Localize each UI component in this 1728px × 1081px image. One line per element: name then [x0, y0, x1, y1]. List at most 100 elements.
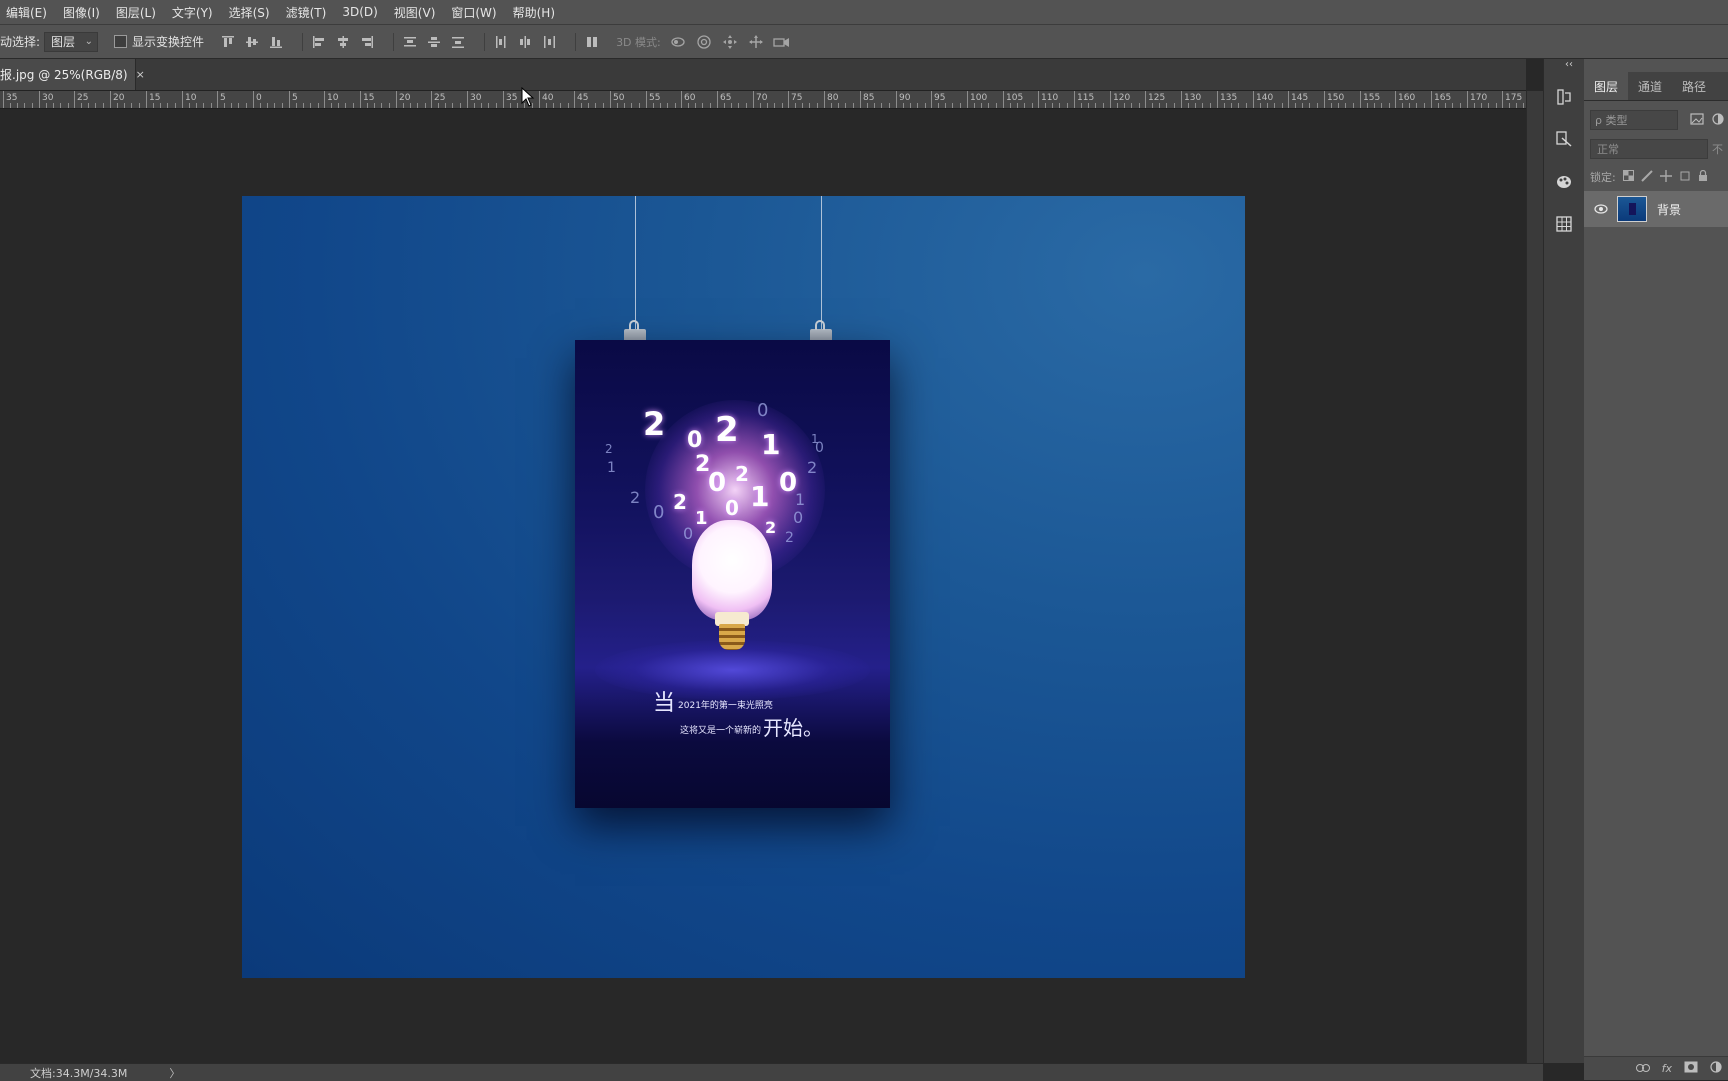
menu-item-7[interactable]: 视图(V) — [386, 4, 444, 21]
ruler-minor-tick — [338, 103, 339, 108]
status-menu-arrow[interactable]: 〉 — [169, 1065, 180, 1081]
ruler-minor-tick — [1224, 103, 1225, 108]
menu-item-0[interactable]: 编辑(E) — [0, 4, 55, 21]
properties-icon[interactable] — [1554, 129, 1574, 149]
ruler-number: 55 — [649, 93, 661, 103]
lock-paint-icon[interactable] — [1641, 169, 1653, 185]
layer-row-background[interactable]: 背景 — [1584, 191, 1728, 227]
grid-icon[interactable] — [1554, 214, 1574, 234]
tab-paths[interactable]: 路径 — [1672, 72, 1716, 100]
ruler-minor-tick — [488, 103, 489, 108]
link-layers-icon[interactable] — [1635, 1062, 1650, 1075]
ruler-minor-tick — [345, 103, 346, 108]
ruler-tick — [74, 91, 75, 108]
ruler-minor-tick — [952, 103, 953, 108]
fx-icon[interactable]: fx — [1662, 1062, 1672, 1075]
lock-row: 锁定: — [1590, 167, 1728, 187]
ruler-minor-tick — [1367, 103, 1368, 108]
ruler-minor-tick — [588, 103, 589, 108]
visibility-eye-icon[interactable] — [1593, 204, 1609, 214]
menu-item-1[interactable]: 图像(I) — [55, 4, 108, 21]
ruler-number: 30 — [42, 93, 54, 103]
poster-numeral: 2 — [630, 488, 641, 507]
collapse-panels-icon[interactable]: ‹‹ — [1565, 59, 1573, 70]
adjustment-layer-icon[interactable] — [1710, 1061, 1722, 1076]
history-icon[interactable] — [1554, 87, 1574, 107]
ruler-minor-tick — [175, 103, 176, 108]
ruler-tick — [1431, 91, 1432, 108]
tab-layers[interactable]: 图层 — [1584, 72, 1629, 100]
ruler-minor-tick — [318, 103, 319, 108]
layers-panel-footer: fx — [1584, 1056, 1728, 1080]
transform-controls-checkbox[interactable] — [114, 35, 128, 48]
ruler-number: 125 — [1148, 93, 1166, 103]
align-left-icon[interactable] — [311, 34, 327, 50]
adjustment-filter-icon[interactable] — [1712, 112, 1724, 128]
separator — [575, 32, 577, 51]
canvas-image[interactable]: 2021020210202120210112020 当 2021年的第一束光照亮 … — [242, 196, 1245, 978]
menu-item-9[interactable]: 帮助(H) — [505, 4, 563, 21]
ruler-minor-tick — [425, 103, 426, 108]
poster-line2-text: 这将又是一个崭新的 — [680, 726, 762, 736]
3d-drag-icon[interactable] — [721, 33, 739, 51]
close-icon[interactable]: × — [136, 68, 145, 81]
menu-item-2[interactable]: 图层(L) — [108, 4, 164, 21]
blend-mode-select[interactable]: 正常 — [1590, 139, 1708, 159]
distribute-right-icon[interactable] — [541, 34, 557, 50]
lock-artboard-icon[interactable] — [1679, 170, 1691, 185]
lock-all-icon[interactable] — [1698, 169, 1708, 185]
lock-move-icon[interactable] — [1659, 169, 1672, 185]
ruler-minor-tick — [974, 103, 975, 108]
ruler-minor-tick — [802, 103, 803, 108]
auto-align-icon[interactable] — [584, 34, 600, 50]
menu-item-5[interactable]: 滤镜(T) — [278, 4, 335, 21]
poster-numeral: 0 — [725, 496, 739, 520]
menu-item-6[interactable]: 3D(D) — [334, 5, 385, 19]
ruler-minor-tick — [131, 103, 132, 108]
menu-item-4[interactable]: 选择(S) — [221, 4, 278, 21]
align-bottom-icon[interactable] — [268, 34, 284, 50]
layer-filter-input[interactable]: ρ 类型 — [1590, 110, 1678, 130]
ruler-minor-tick — [782, 103, 783, 108]
poster-numeral: 0 — [757, 400, 769, 421]
distribute-vcenter-icon[interactable] — [426, 34, 442, 50]
align-hcenter-icon[interactable] — [335, 34, 351, 50]
menu-item-8[interactable]: 窗口(W) — [443, 4, 504, 21]
ruler-minor-tick — [1159, 103, 1160, 108]
distribute-hcenter-icon[interactable] — [517, 34, 533, 50]
document-tab[interactable]: 报.jpg @ 25%(RGB/8) × — [0, 59, 145, 90]
3d-rotate-icon[interactable] — [669, 33, 687, 51]
tab-channels[interactable]: 通道 — [1628, 72, 1672, 100]
align-vcenter-icon[interactable] — [244, 34, 260, 50]
ruler-minor-tick — [1452, 103, 1453, 108]
3d-roll-icon[interactable] — [695, 33, 713, 51]
ruler-tick — [289, 91, 290, 108]
ruler-tick — [503, 91, 504, 108]
ruler-minor-tick — [981, 103, 982, 108]
align-top-icon[interactable] — [220, 34, 236, 50]
swatches-icon[interactable] — [1554, 172, 1574, 192]
3d-camera-icon[interactable] — [773, 33, 791, 51]
lock-transparent-icon[interactable] — [1622, 170, 1634, 184]
ruler-tick — [39, 91, 40, 108]
vertical-scrollbar[interactable] — [1526, 91, 1544, 1063]
ruler-minor-tick — [389, 103, 390, 108]
image-filter-icon[interactable] — [1690, 112, 1704, 128]
distribute-bottom-icon[interactable] — [450, 34, 466, 50]
auto-select-dropdown[interactable]: 图层 ⌄ — [44, 31, 99, 52]
distribute-left-icon[interactable] — [493, 34, 509, 50]
ruler-minor-tick — [160, 103, 161, 108]
3d-slide-icon[interactable] — [747, 33, 765, 51]
menu-item-3[interactable]: 文字(Y) — [164, 4, 221, 21]
poster-numeral: 2 — [807, 458, 818, 477]
align-right-icon[interactable] — [359, 34, 375, 50]
distribute-top-icon[interactable] — [402, 34, 418, 50]
ruler-minor-tick — [1302, 103, 1303, 108]
ruler-number: 60 — [684, 93, 696, 103]
ruler-minor-tick — [381, 103, 382, 108]
ruler-minor-tick — [1032, 103, 1033, 108]
ruler-minor-tick — [211, 103, 212, 108]
layer-mask-icon[interactable] — [1684, 1061, 1698, 1076]
show-transform-controls[interactable]: 显示变换控件 — [114, 33, 204, 50]
ruler-minor-tick — [1389, 103, 1390, 108]
